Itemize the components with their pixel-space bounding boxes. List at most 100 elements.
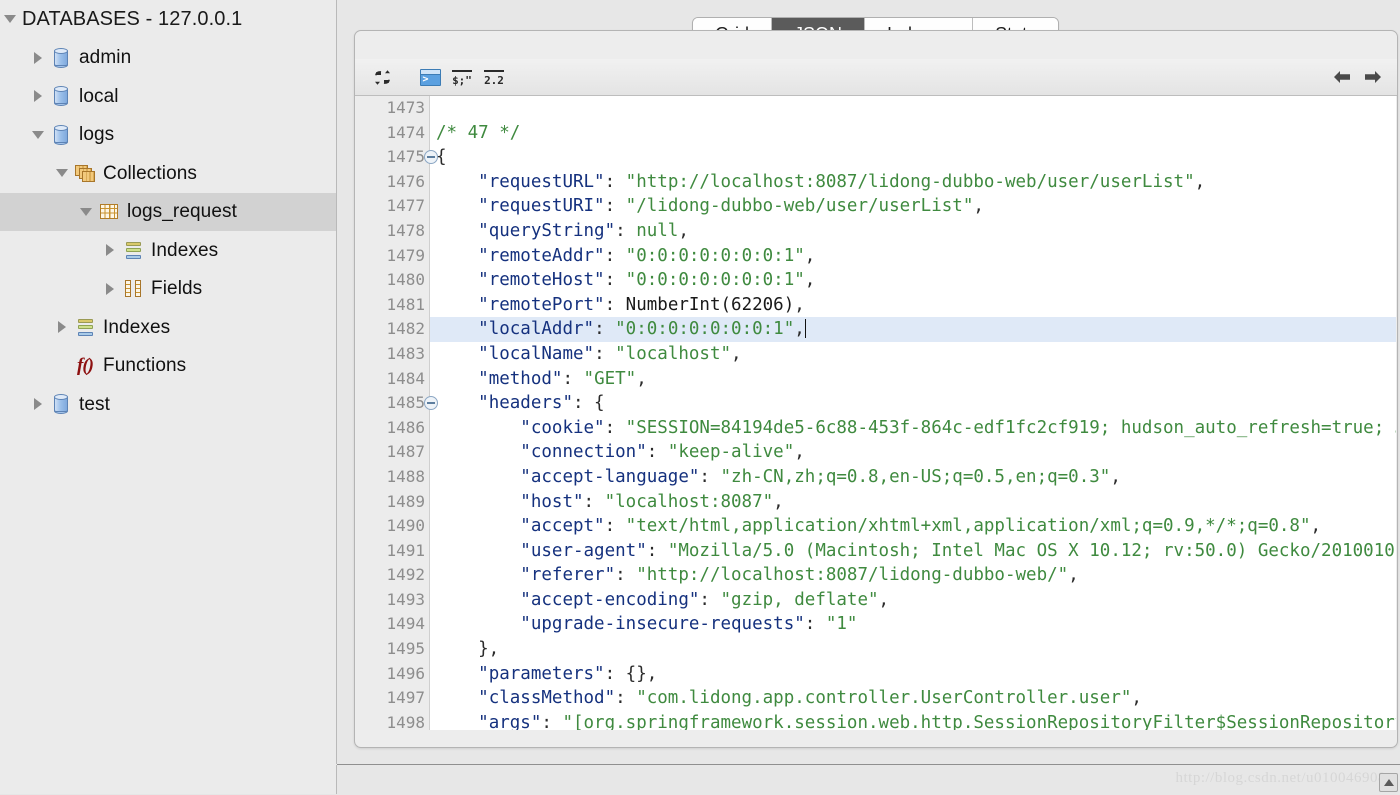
code-token: : xyxy=(604,270,626,291)
database-tree-sidebar[interactable]: DATABASES - 127.0.0.1 admin local logs Coll… xyxy=(0,0,337,794)
code-line[interactable]: "remotePort": NumberInt(62206), xyxy=(430,293,1396,318)
sidebar-item-local[interactable]: local xyxy=(0,77,336,116)
code-line[interactable]: "requestURL": "http://localhost:8087/lid… xyxy=(430,170,1396,195)
code-line[interactable]: "accept-language": "zh-CN,zh;q=0.8,en-US… xyxy=(430,465,1396,490)
chevron-down-icon[interactable] xyxy=(30,127,46,143)
twisty-placeholder xyxy=(54,358,70,374)
code-token: "http://localhost:8087/lidong-dubbo-web/… xyxy=(636,565,1069,586)
code-token: }, xyxy=(436,639,500,660)
next-document-button[interactable] xyxy=(1357,64,1387,90)
code-token: , xyxy=(794,319,805,340)
code-line[interactable]: "requestURI": "/lidong-dubbo-web/user/us… xyxy=(430,194,1396,219)
code-token: , xyxy=(804,245,816,266)
code-token: "accept-language" xyxy=(520,466,700,487)
code-token: "remotePort" xyxy=(478,294,605,315)
line-number: 1475 xyxy=(356,145,438,170)
editor-toolbar[interactable]: $;" 2.2 xyxy=(355,59,1397,96)
chevron-right-icon[interactable] xyxy=(54,319,70,335)
code-line[interactable]: "accept": "text/html,application/xhtml+x… xyxy=(430,514,1396,539)
chevron-right-icon[interactable] xyxy=(102,242,118,258)
database-icon xyxy=(50,47,72,69)
refresh-icon[interactable] xyxy=(367,64,397,90)
sidebar-item-logs[interactable]: logs xyxy=(0,116,336,155)
chevron-right-icon[interactable] xyxy=(30,396,46,412)
sidebar-item-indexes[interactable]: Indexes xyxy=(0,308,336,347)
chevron-right-icon[interactable] xyxy=(102,281,118,297)
sidebar-header-label: DATABASES - 127.0.0.1 xyxy=(22,8,243,31)
sidebar-item-indexes[interactable]: Indexes xyxy=(0,231,336,270)
code-token: "1" xyxy=(825,614,858,635)
code-line[interactable]: "localName": "localhost", xyxy=(430,342,1396,367)
code-line[interactable]: "headers": { xyxy=(430,391,1396,416)
line-number: 1495 xyxy=(386,639,425,659)
code-line[interactable]: "queryString": null, xyxy=(430,219,1396,244)
code-token: , xyxy=(1131,688,1142,709)
json-code-content[interactable]: /* 47 */ { "requestURL": "http://localhos… xyxy=(430,96,1396,730)
code-token: : xyxy=(646,540,668,561)
code-line[interactable]: { xyxy=(430,145,1396,170)
sidebar-item-admin[interactable]: admin xyxy=(0,39,336,78)
code-line[interactable]: "localAddr": "0:0:0:0:0:0:0:1", xyxy=(430,317,1396,342)
code-token: : {}, xyxy=(604,663,658,684)
resize-grip[interactable] xyxy=(1379,773,1398,792)
code-line[interactable]: "upgrade-insecure-requests": "1" xyxy=(430,612,1396,637)
code-token: NumberInt(62206) xyxy=(625,294,795,315)
code-viewport[interactable]: 1473 1474 1475 1476 1477 1478 1479 1480 1481 1482… xyxy=(356,96,1396,730)
code-token: "gzip, deflate" xyxy=(720,589,879,610)
code-token: , xyxy=(731,343,742,364)
sidebar-item-label: test xyxy=(79,393,111,415)
code-token: : xyxy=(604,516,626,537)
sort-string-icon[interactable]: $;" xyxy=(447,64,477,90)
code-token: : xyxy=(604,294,626,315)
code-line[interactable]: "method": "GET", xyxy=(430,367,1396,392)
line-number: 1486 xyxy=(386,417,425,437)
sidebar-item-collections[interactable]: Collections xyxy=(0,154,336,193)
sidebar-item-fields[interactable]: Fields xyxy=(0,270,336,309)
console-icon[interactable] xyxy=(415,64,445,90)
code-token: "args" xyxy=(478,712,542,730)
code-token: "keep-alive" xyxy=(667,442,795,463)
code-token: "localAddr" xyxy=(478,319,595,340)
code-token: , xyxy=(1068,565,1079,586)
line-number: 1491 xyxy=(386,540,425,560)
code-line[interactable]: "user-agent": "Mozilla/5.0 (Macintosh; I… xyxy=(430,539,1396,564)
sidebar-item-label: Functions xyxy=(103,355,187,377)
sidebar-item-test[interactable]: test xyxy=(0,385,336,424)
chevron-right-icon[interactable] xyxy=(30,50,46,66)
sort-number-icon[interactable]: 2.2 xyxy=(479,64,509,90)
code-line[interactable]: "cookie": "SESSION=84194de5-6c88-453f-86… xyxy=(430,416,1396,441)
code-token: "http://localhost:8087/lidong-dubbo-web/… xyxy=(625,171,1195,192)
code-line[interactable]: "host": "localhost:8087", xyxy=(430,490,1396,515)
chevron-down-icon[interactable] xyxy=(54,165,70,181)
code-line[interactable]: "referer": "http://localhost:8087/lidong… xyxy=(430,563,1396,588)
code-token: , xyxy=(878,589,890,610)
code-line[interactable]: /* 47 */ xyxy=(430,121,1396,146)
sidebar-header[interactable]: DATABASES - 127.0.0.1 xyxy=(0,0,336,39)
code-line[interactable]: "args": "[org.springframework.session.we… xyxy=(430,711,1396,730)
code-line[interactable]: "accept-encoding": "gzip, deflate", xyxy=(430,588,1396,613)
code-line[interactable] xyxy=(430,96,1396,121)
sidebar-item-functions[interactable]: f() Functions xyxy=(0,347,336,386)
code-line[interactable]: }, xyxy=(430,637,1396,662)
toolbar-nav-group[interactable] xyxy=(1327,64,1397,90)
database-tree-list[interactable]: admin local logs Collections logs_request Ind… xyxy=(0,39,336,424)
sidebar-item-logs-request[interactable]: logs_request xyxy=(0,192,336,231)
code-line[interactable]: "connection": "keep-alive", xyxy=(430,440,1396,465)
code-token: "0:0:0:0:0:0:0:1" xyxy=(615,319,795,340)
code-token: : xyxy=(541,712,563,730)
code-token: "GET" xyxy=(583,368,637,389)
code-line[interactable]: "classMethod": "com.lidong.app.controlle… xyxy=(430,686,1396,711)
code-line[interactable]: "remoteHost": "0:0:0:0:0:0:0:1", xyxy=(430,268,1396,293)
prev-document-button[interactable] xyxy=(1327,64,1357,90)
chevron-down-icon[interactable] xyxy=(78,204,94,220)
code-line[interactable]: "parameters": {}, xyxy=(430,662,1396,687)
code-token: : xyxy=(604,245,626,266)
chevron-down-icon[interactable] xyxy=(2,11,18,27)
code-line[interactable]: "remoteAddr": "0:0:0:0:0:0:0:1", xyxy=(430,244,1396,269)
chevron-right-icon[interactable] xyxy=(30,88,46,104)
code-token: "queryString" xyxy=(478,220,616,241)
